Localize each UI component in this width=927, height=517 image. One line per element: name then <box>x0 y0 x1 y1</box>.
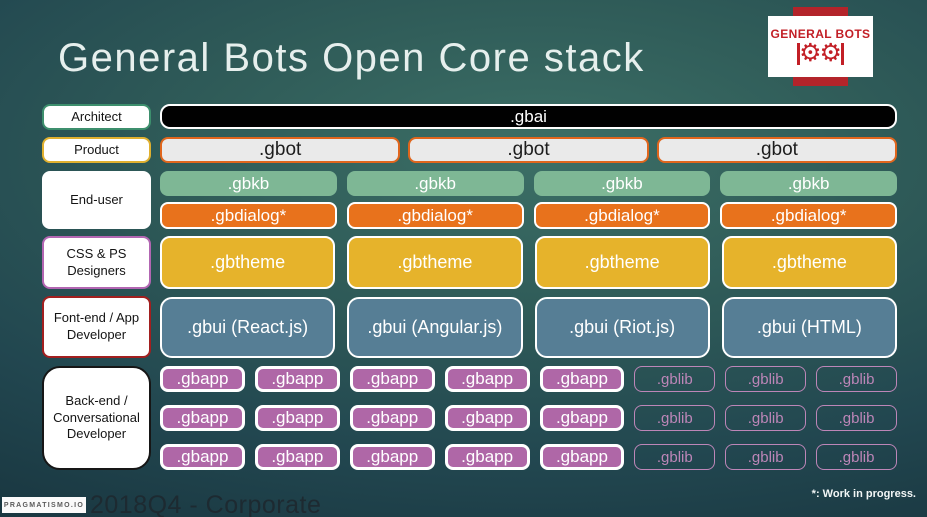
gbapp-box: .gbapp <box>444 366 530 392</box>
gblib-box: .gblib <box>816 366 897 392</box>
layer-label-architect: Architect <box>42 104 151 130</box>
row-gbdialog: .gbdialog* .gbdialog* .gbdialog* .gbdial… <box>160 202 897 229</box>
row-gbui: .gbui (React.js) .gbui (Angular.js) .gbu… <box>160 297 897 358</box>
gear-icon: ⚙ <box>819 39 842 67</box>
gbapp-box: .gbapp <box>349 405 435 431</box>
layer-label-product: Product <box>42 137 151 163</box>
work-in-progress-footnote: *: Work in progress. <box>811 488 916 500</box>
gbtheme-box: .gbtheme <box>534 236 710 289</box>
gbdialog-box: .gbdialog* <box>533 202 711 229</box>
layer-label-frontend-app-developer: Font-end / App Developer <box>42 296 151 358</box>
gbdialog-box: .gbdialog* <box>160 202 337 229</box>
gbapp-box: .gbapp <box>254 366 340 392</box>
row-gbkb: .gbkb .gbkb .gbkb .gbkb <box>160 171 897 196</box>
gbtheme-box: .gbtheme <box>721 236 897 289</box>
gbtheme-box: .gbtheme <box>160 236 336 289</box>
gbkb-box: .gbkb <box>533 171 711 196</box>
gbkb-box: .gbkb <box>160 171 337 196</box>
layer-label-css-ps-designers: CSS & PS Designers <box>42 236 151 289</box>
gblib-box: .gblib <box>816 444 897 470</box>
gbapp-box: .gbapp <box>254 444 340 470</box>
gears-icon: ⚙ ⚙ <box>797 41 844 67</box>
row-gbtheme: .gbtheme .gbtheme .gbtheme .gbtheme <box>160 236 897 289</box>
gbapp-box: .gbapp <box>160 405 245 431</box>
gbapp-box: .gbapp <box>444 405 530 431</box>
gbapp-box: .gbapp <box>349 444 435 470</box>
row-gbapp-3: .gbapp .gbapp .gbapp .gbapp .gbapp .gbli… <box>160 444 897 470</box>
gbkb-box: .gbkb <box>720 171 897 196</box>
row-product: .gbot .gbot .gbot <box>160 137 897 163</box>
gbapp-box: .gbapp <box>254 405 340 431</box>
gbai-box: .gbai <box>160 104 897 129</box>
gbapp-box: .gbapp <box>160 366 245 392</box>
gear-icon: ⚙ <box>799 39 822 67</box>
gbui-riot-box: .gbui (Riot.js) <box>534 297 710 358</box>
gbui-react-box: .gbui (React.js) <box>160 297 336 358</box>
gbot-box: .gbot <box>408 137 649 163</box>
slide-canvas: General Bots Open Core stack GENERAL BOT… <box>0 0 927 517</box>
row-gbapp-2: .gbapp .gbapp .gbapp .gbapp .gbapp .gbli… <box>160 405 897 431</box>
gblib-box: .gblib <box>634 366 716 392</box>
gblib-box: .gblib <box>634 405 716 431</box>
gbot-box: .gbot <box>160 137 401 163</box>
page-title: General Bots Open Core stack <box>58 36 645 80</box>
row-gbapp-1: .gbapp .gbapp .gbapp .gbapp .gbapp .gbli… <box>160 366 897 392</box>
gbkb-box: .gbkb <box>346 171 524 196</box>
gbapp-box: .gbapp <box>444 444 530 470</box>
gbapp-box: .gbapp <box>539 405 625 431</box>
gbot-box: .gbot <box>656 137 897 163</box>
layer-label-end-user: End-user <box>42 171 151 229</box>
general-bots-logo: GENERAL BOTS ⚙ ⚙ <box>768 16 873 77</box>
gblib-box: .gblib <box>725 444 807 470</box>
row-architect: .gbai <box>160 104 897 129</box>
gblib-box: .gblib <box>725 405 807 431</box>
footer-date-label: 2018Q4 - Corporate <box>90 491 322 517</box>
gbapp-box: .gbapp <box>160 444 245 470</box>
pragmatismo-badge: PRAGMATISMO.IO <box>2 497 86 513</box>
gbapp-box: .gbapp <box>539 444 625 470</box>
gblib-box: .gblib <box>725 366 807 392</box>
gbdialog-box: .gbdialog* <box>720 202 897 229</box>
gear-bar-right-icon <box>840 42 844 65</box>
gblib-box: .gblib <box>816 405 897 431</box>
layer-label-backend-conversational-developer: Back-end / Conversational Developer <box>42 366 151 470</box>
gbui-angular-box: .gbui (Angular.js) <box>347 297 523 358</box>
gbapp-box: .gbapp <box>349 366 435 392</box>
gbtheme-box: .gbtheme <box>347 236 523 289</box>
gbapp-box: .gbapp <box>539 366 625 392</box>
gbui-html-box: .gbui (HTML) <box>721 297 897 358</box>
gbdialog-box: .gbdialog* <box>346 202 524 229</box>
gblib-box: .gblib <box>634 444 716 470</box>
